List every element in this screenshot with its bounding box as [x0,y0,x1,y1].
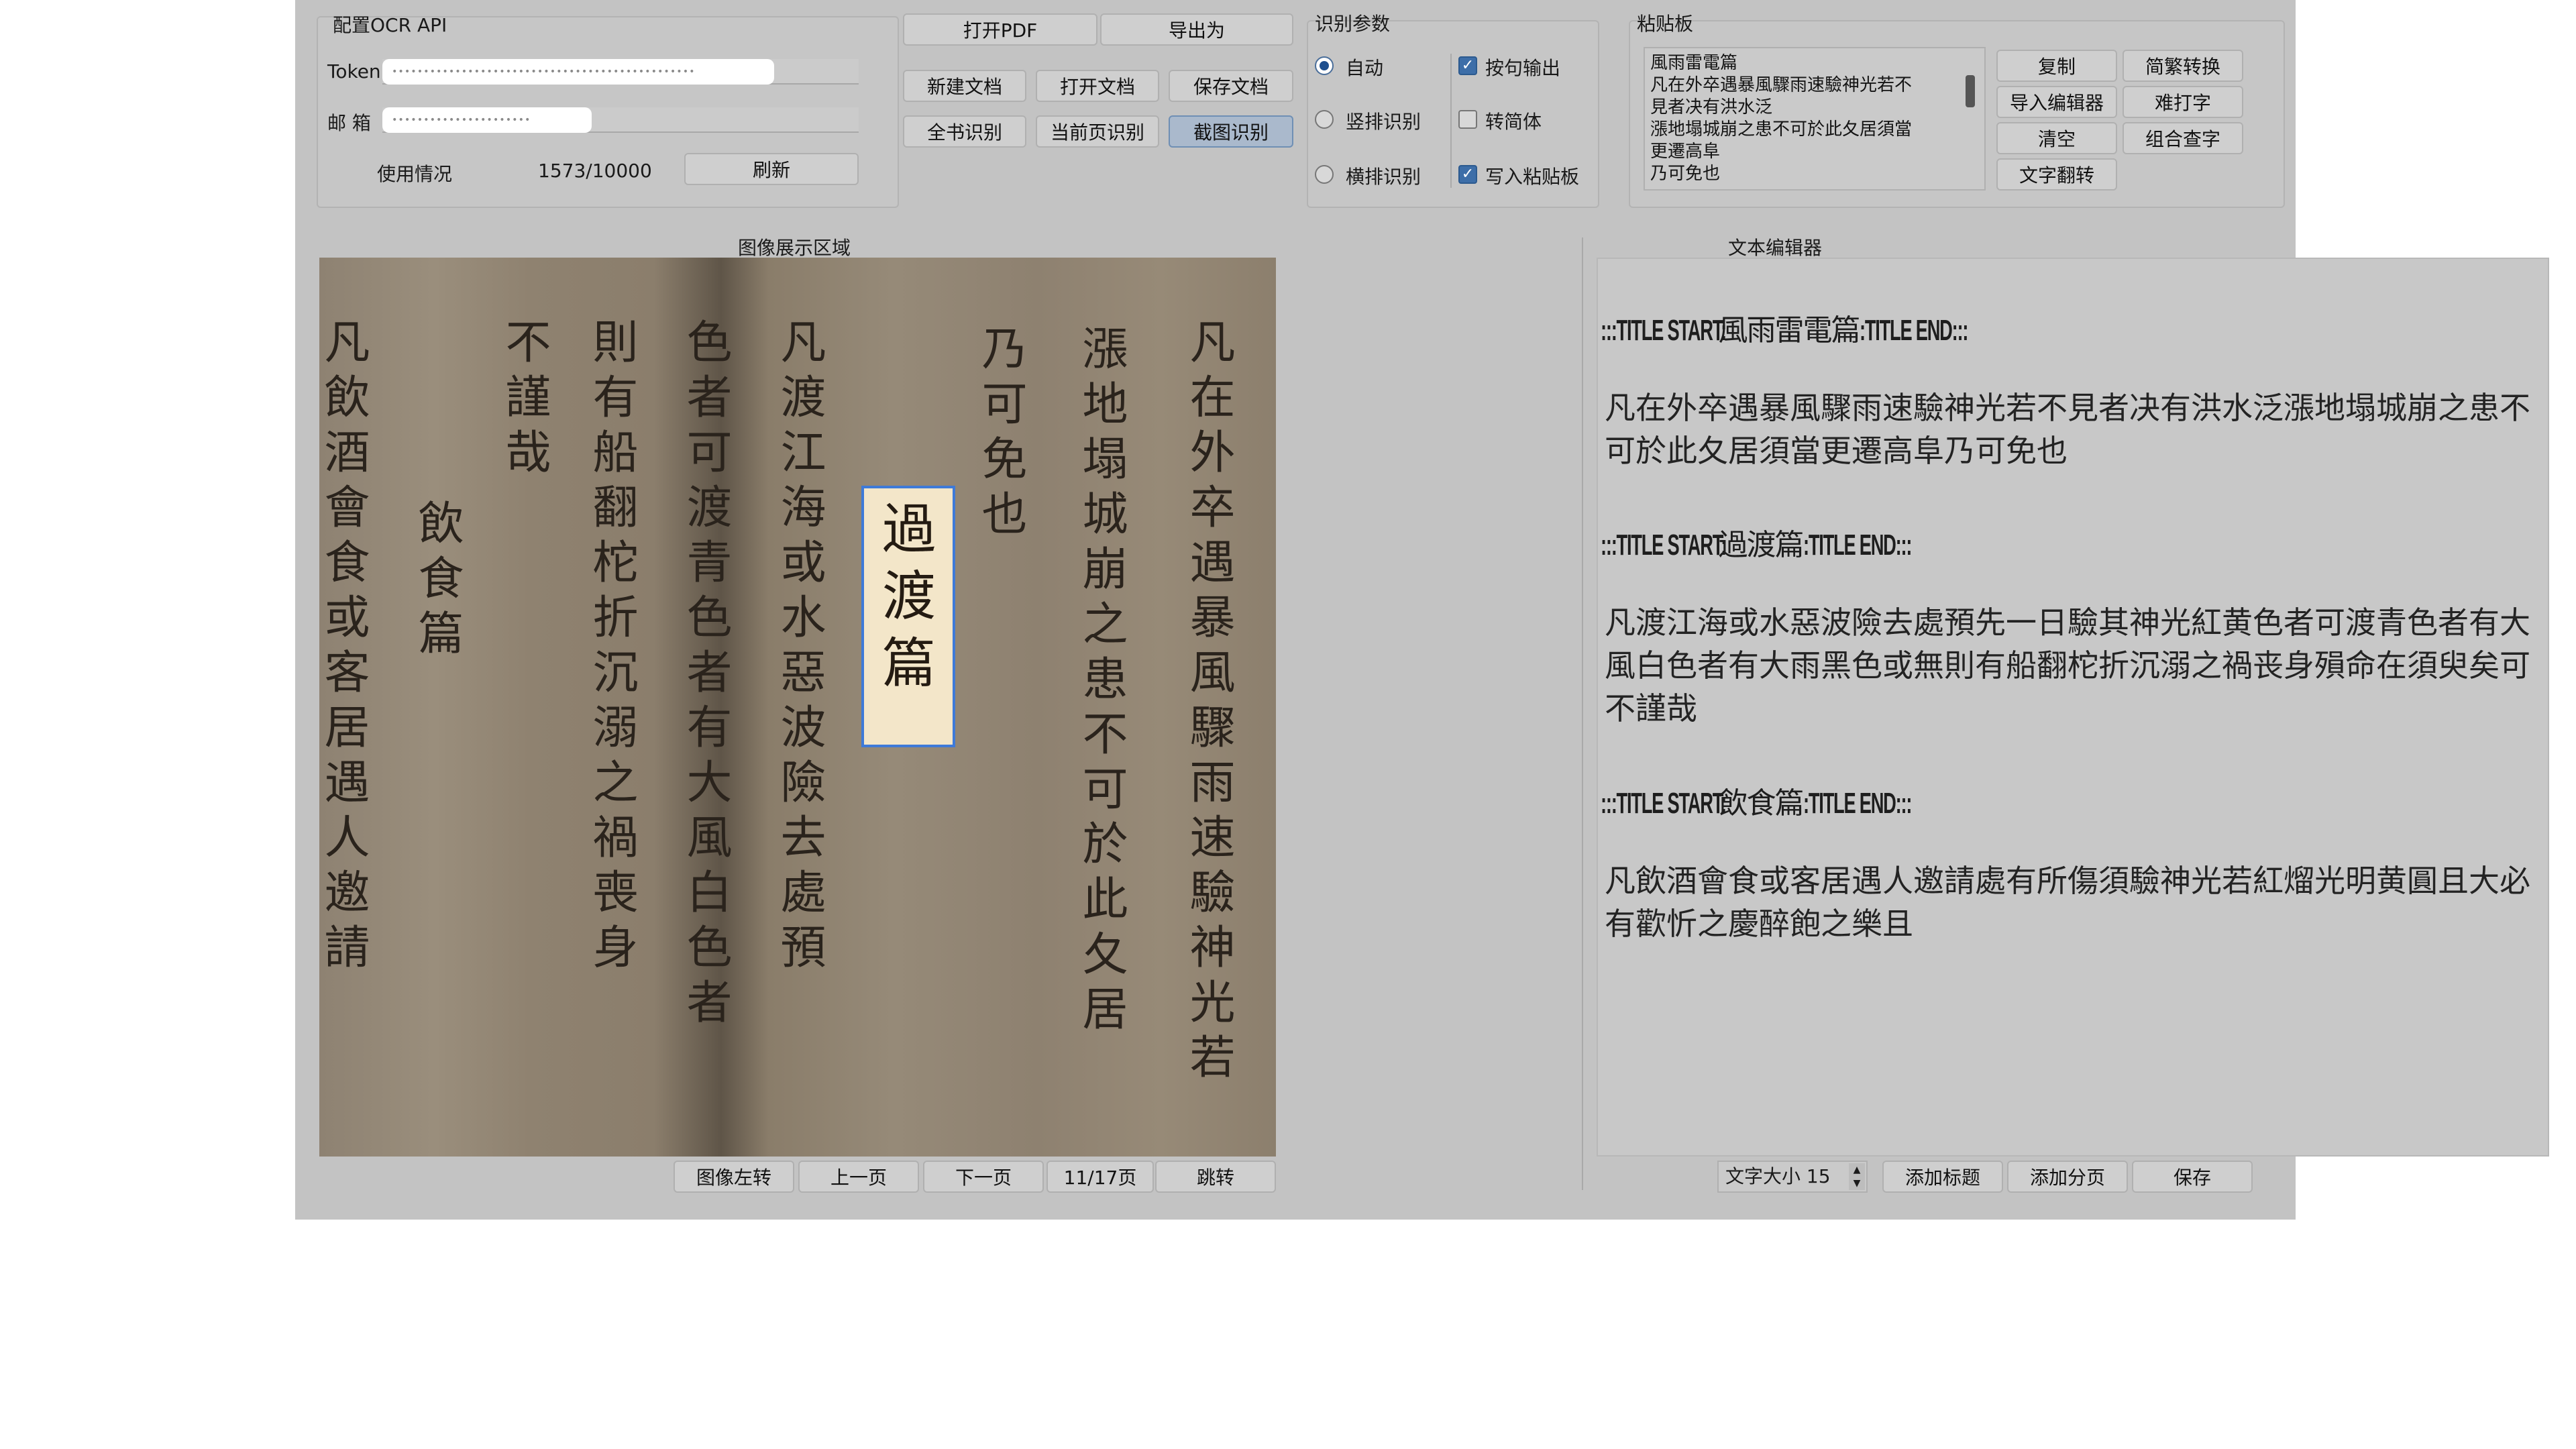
sentence-output-checkbox[interactable]: ✓ [1458,56,1477,75]
clipboard-line: 更遷高阜 [1650,142,1721,162]
auto-radio-label[interactable]: 自动 [1346,54,1383,80]
scan-column: 凡飲酒會食或客居遇人邀請 [319,318,369,978]
section-title: :::TITLE START:過渡篇:TITLE END::: [1601,521,1977,564]
clipboard-line: 乃可免也 [1650,164,1721,184]
title-start-tag: :::TITLE START: [1601,529,1727,561]
section-body: 凡飲酒會食或客居遇人邀請處有所傷須驗神光若紅熘光明黄圓且大必有歡忻之慶醉飽之樂且 [1605,863,2530,942]
app-window: 配置OCR API Token ••••••••••••••••••••••••… [295,0,2549,1220]
clipboard-title: 粘贴板 [1637,13,1694,35]
screenshot-ocr-button[interactable]: 截图识别 [1169,115,1293,148]
scan-column: 凡渡江海或水惡波險去處預 [772,318,825,978]
text-editor[interactable]: :::TITLE START:風雨雷電篇:TITLE END::: 凡在外卒遇暴… [1597,258,2549,1157]
page-indicator[interactable]: 11/17页 [1046,1161,1154,1193]
recog-divider [1450,54,1452,188]
hard-char-button[interactable]: 难打字 [2123,86,2243,118]
scan-column: 飲食篇 [410,499,463,664]
ocr-api-title: 配置OCR API [333,14,447,36]
open-pdf-button[interactable]: 打开PDF [903,13,1097,46]
section-title: :::TITLE START:風雨雷電篇:TITLE END::: [1601,306,2033,349]
write-clipboard-checkbox[interactable]: ✓ [1458,165,1477,184]
copy-button[interactable]: 复制 [1996,50,2117,82]
scan-image[interactable]: 凡在外卒遇暴風驟雨速驗神光若 漲地塌城崩之患不可於此夂居 乃可免也 凡渡江海或水… [319,258,1276,1157]
selection-text: 過渡篇 [873,500,936,702]
title-end-tag: :TITLE END::: [1859,314,1968,347]
open-doc-button[interactable]: 打开文档 [1036,70,1159,102]
email-label: 邮 箱 [327,112,371,134]
title-text: 風雨雷電篇 [1718,314,1861,347]
full-book-ocr-button[interactable]: 全书识别 [903,115,1026,148]
clipboard-line: 漲地塌城崩之患不可於此夂居須當 [1650,119,1913,140]
import-editor-button[interactable]: 导入编辑器 [1996,86,2117,118]
scan-column: 色者可渡青色者有大風白色者 [678,318,731,1033]
title-end-tag: :TITLE END::: [1803,529,1912,561]
section-body: 凡在外卒遇暴風驟雨速驗神光若不見者决有洪水泛漲地塌城崩之患不可於此夂居須當更遷高… [1605,390,2530,469]
clipboard-line: 見者决有洪水泛 [1650,97,1773,117]
vertical-radio-label[interactable]: 竖排识别 [1346,107,1421,134]
sentence-output-label[interactable]: 按句输出 [1485,54,1560,80]
scan-column: 不謹哉 [497,318,550,483]
section-body: 凡渡江海或水惡波險去處預先一日驗其神光紅黄色者可渡青色者有大風白色者有大雨黑色或… [1605,604,2530,727]
title-start-tag: :::TITLE START: [1601,787,1727,820]
title-start-tag: :::TITLE START: [1601,314,1727,347]
jump-button[interactable]: 跳转 [1155,1161,1276,1193]
clipboard-line: 風雨雷電篇 [1650,53,1738,73]
editor-title: 文本编辑器 [1728,237,1823,259]
scan-column: 漲地塌城崩之患不可於此夂居 [1074,325,1127,1040]
rotate-left-button[interactable]: 图像左转 [674,1161,794,1193]
horizontal-radio-label[interactable]: 横排识别 [1346,162,1421,189]
refresh-button[interactable]: 刷新 [684,153,859,185]
combine-lookup-button[interactable]: 组合查字 [2123,122,2243,154]
usage-value: 1573/10000 [538,160,652,182]
to-simplified-label[interactable]: 转简体 [1485,107,1542,134]
recog-params-title: 识别参数 [1315,13,1391,35]
selection-box[interactable]: 過渡篇 [861,486,955,747]
to-simplified-checkbox[interactable] [1458,110,1477,129]
token-input[interactable]: ••••••••••••••••••••••••••••••••••••••••… [382,59,774,85]
trad-simp-button[interactable]: 简繁转换 [2123,50,2243,82]
clear-button[interactable]: 清空 [1996,122,2117,154]
clipboard-scrollbar[interactable] [1966,75,1975,107]
add-title-button[interactable]: 添加标题 [1882,1161,2003,1193]
font-size-spinbox[interactable]: 文字大小 15 ▲ ▼ [1717,1161,1868,1193]
email-input[interactable]: •••••••••••••••••••••• [382,107,592,133]
text-flip-button[interactable]: 文字翻转 [1996,158,2117,191]
panel-divider [1582,237,1583,1190]
scan-column: 凡在外卒遇暴風驟雨速驗神光若 [1181,318,1234,1088]
export-as-button[interactable]: 导出为 [1100,13,1293,46]
current-page-ocr-button[interactable]: 当前页识别 [1036,115,1159,148]
scan-column: 則有船翻柁折沉溺之禍喪身 [584,318,637,978]
image-panel-title: 图像展示区域 [738,237,851,259]
usage-label: 使用情况 [377,163,453,185]
section-title: :::TITLE START:飲食篇:TITLE END::: [1601,779,1977,822]
vertical-radio[interactable] [1315,110,1334,129]
scan-column: 乃可免也 [973,325,1026,545]
write-clipboard-label[interactable]: 写入粘贴板 [1485,162,1579,189]
title-text: 飲食篇 [1718,787,1805,820]
font-size-value: 15 [1806,1165,1831,1187]
clipboard-text[interactable]: 風雨雷電篇 凡在外卒遇暴風驟雨速驗神光若不 見者决有洪水泛 漲地塌城崩之患不可於… [1644,47,1986,191]
title-text: 過渡篇 [1718,529,1805,561]
save-doc-button[interactable]: 保存文档 [1169,70,1293,102]
auto-radio[interactable] [1315,56,1334,75]
font-size-label: 文字大小 [1725,1165,1801,1187]
spin-arrows-icon[interactable]: ▲ ▼ [1849,1163,1865,1190]
new-doc-button[interactable]: 新建文档 [903,70,1026,102]
save-button[interactable]: 保存 [2132,1161,2253,1193]
next-page-button[interactable]: 下一页 [923,1161,1044,1193]
token-label: Token [327,60,381,83]
add-page-break-button[interactable]: 添加分页 [2007,1161,2128,1193]
clipboard-line: 凡在外卒遇暴風驟雨速驗神光若不 [1650,75,1913,95]
title-end-tag: :TITLE END::: [1803,787,1912,820]
horizontal-radio[interactable] [1315,165,1334,184]
prev-page-button[interactable]: 上一页 [798,1161,919,1193]
